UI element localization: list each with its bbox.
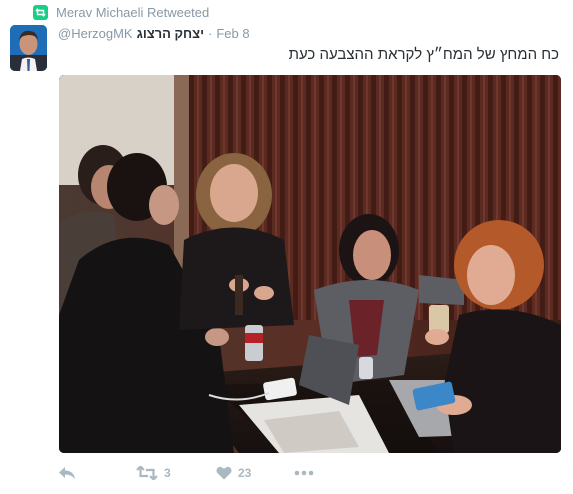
- retweet-context: Merav Michaeli Retweeted: [33, 3, 209, 21]
- tweet-date[interactable]: Feb 8: [216, 26, 249, 41]
- author-name[interactable]: יצחק הרצוג: [137, 26, 204, 41]
- heart-icon: [216, 466, 232, 480]
- tweet-header: @HerzogMK יצחק הרצוג · Feb 8: [58, 24, 559, 42]
- tweet-text: כח המחץ של המח״ץ לקראת ההצבעה כעת: [288, 46, 559, 63]
- retweet-icon: [33, 4, 48, 20]
- header-separator: ·: [208, 25, 213, 41]
- more-icon: [294, 470, 314, 476]
- tweet-actions: 3 23: [58, 461, 324, 485]
- tweet: Merav Michaeli Retweeted @HerzogMK יצחק …: [0, 0, 573, 494]
- reply-icon: [58, 466, 76, 480]
- retweet-context-text[interactable]: Merav Michaeli Retweeted: [56, 5, 209, 20]
- avatar[interactable]: [10, 25, 47, 71]
- like-count: 23: [238, 466, 252, 480]
- retweet-count: 3: [164, 466, 171, 480]
- more-button[interactable]: [294, 461, 324, 485]
- reply-button[interactable]: [58, 461, 136, 485]
- retweet-icon: [136, 466, 158, 480]
- retweet-button[interactable]: 3: [136, 461, 216, 485]
- author-handle[interactable]: @HerzogMK: [58, 26, 133, 41]
- tweet-photo[interactable]: [59, 75, 561, 453]
- like-button[interactable]: 23: [216, 461, 294, 485]
